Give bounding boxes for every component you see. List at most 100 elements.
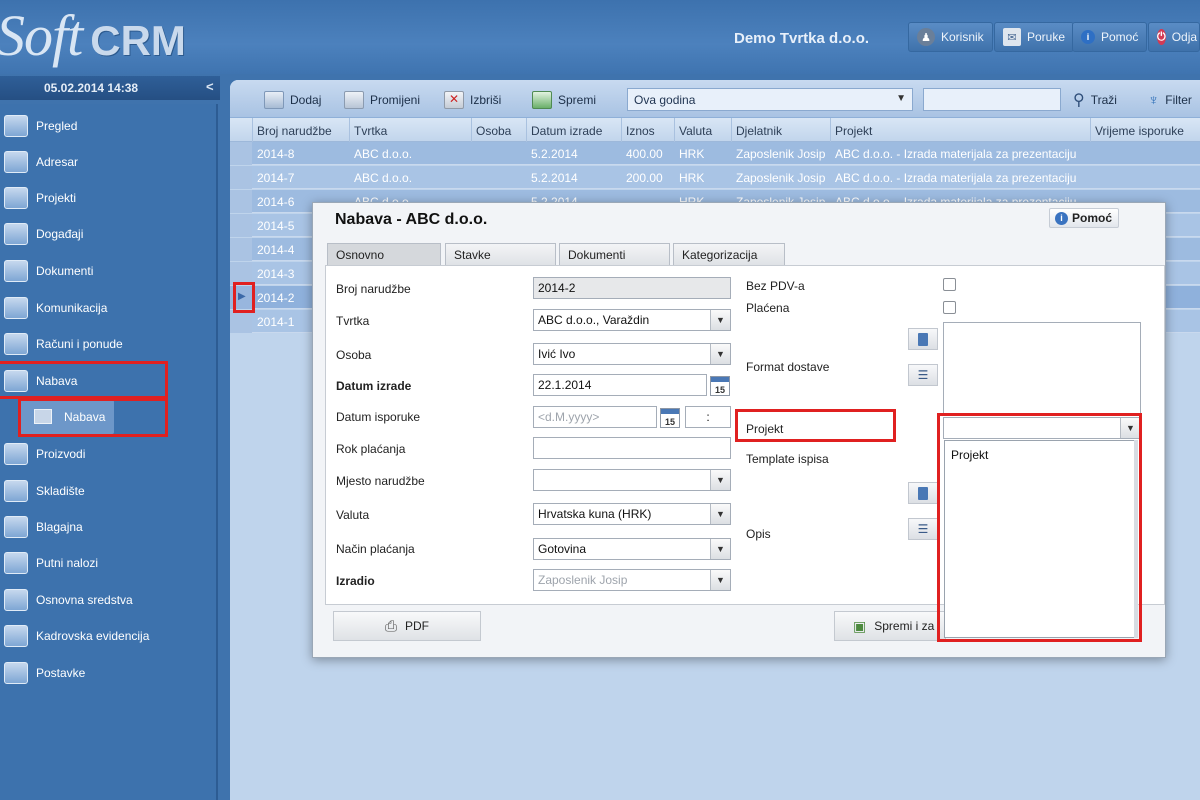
logout-button[interactable]: ⏻ Odja <box>1148 22 1200 52</box>
sidebar-item-kadrovska[interactable]: Kadrovska evidencija <box>0 618 218 654</box>
col-projekt[interactable]: Projekt <box>835 124 872 138</box>
row-header <box>230 310 252 333</box>
delete-icon: ✕ <box>444 91 464 109</box>
sidebar-item-komunikacija[interactable]: Komunikacija <box>0 290 218 326</box>
created-date-field[interactable]: 22.1.2014 <box>533 374 707 396</box>
sidebar-item-label: Projekti <box>36 191 77 205</box>
order-no-field[interactable]: 2014-2 <box>533 277 731 299</box>
period-select[interactable]: Ova godina ▼ <box>627 88 913 111</box>
toolbar: Dodaj Promijeni ✕ Izbriši Spremi Ova god… <box>230 80 1200 118</box>
tab-dokumenti[interactable]: Dokumenti <box>559 243 670 265</box>
row-header <box>230 166 252 189</box>
pdf-button[interactable]: ⎙ PDF <box>333 611 481 641</box>
calendar-icon[interactable]: 15 <box>660 408 680 428</box>
document-icon <box>918 486 928 500</box>
sidebar-item-label: Dokumenti <box>36 264 94 278</box>
cell-datum: 5.2.2014 <box>531 171 578 185</box>
payment-method-select[interactable]: Gotovina ▼ <box>533 538 731 560</box>
sidebar-item-postavke[interactable]: Postavke <box>0 655 218 691</box>
tab-kategorizacija[interactable]: Kategorizacija <box>673 243 785 265</box>
delivery-time-field[interactable]: : <box>685 406 731 428</box>
paid-checkbox[interactable] <box>943 301 956 314</box>
description-doc-button[interactable] <box>908 482 938 504</box>
delete-button[interactable]: ✕ Izbriši <box>444 88 501 112</box>
order-no-label: Broj narudžbe <box>336 282 411 296</box>
sidebar-item-proizvodi[interactable]: Proizvodi <box>0 436 218 472</box>
calendar-icon[interactable]: 15 <box>710 376 730 396</box>
collapse-sidebar-button[interactable]: < <box>206 79 214 94</box>
payment-term-field[interactable] <box>533 437 731 459</box>
col-sep <box>621 118 622 142</box>
add-button[interactable]: Dodaj <box>264 88 321 112</box>
order-place-select[interactable]: ▼ <box>533 469 731 491</box>
delivery-date-field[interactable]: <d.M.yyyy> <box>533 406 657 428</box>
tab-stavke[interactable]: Stavke <box>445 243 556 265</box>
save-icon: ▣ <box>853 617 867 634</box>
search-icon: ⚲ <box>1073 92 1085 109</box>
sidebar-item-pregled[interactable]: Pregled <box>0 108 218 144</box>
person-select[interactable]: Ivić Ivo ▼ <box>533 343 731 365</box>
delivery-format-textarea[interactable] <box>943 322 1141 414</box>
person-label: Osoba <box>336 348 372 362</box>
col-datum[interactable]: Datum izrade <box>531 124 602 138</box>
save-close-button[interactable]: ▣ Spremi i za <box>834 611 946 641</box>
col-iznos[interactable]: Iznos <box>626 124 655 138</box>
delivery-label: Datum isporuke <box>336 410 421 424</box>
payment-method-label: Način plaćanja <box>336 542 415 556</box>
row-header <box>230 142 252 165</box>
col-broj[interactable]: Broj narudžbe <box>257 124 332 138</box>
filter-icon: ♆ <box>1148 91 1160 109</box>
delivery-format-doc-button[interactable] <box>908 328 938 350</box>
paid-label: Plaćena <box>746 301 790 315</box>
user-button[interactable]: ♟ Korisnik <box>908 22 993 52</box>
col-tvrtka[interactable]: Tvrtka <box>354 124 387 138</box>
search-input[interactable] <box>923 88 1061 111</box>
sidebar-item-label: Osnovna sredstva <box>36 593 133 607</box>
add-button-label: Dodaj <box>290 93 322 107</box>
cell-projekt: ABC d.o.o. - Izrada materijala za prezen… <box>835 171 1077 185</box>
chevron-down-icon: ▼ <box>710 570 730 590</box>
sidebar-item-label: Adresar <box>36 155 79 169</box>
col-osoba[interactable]: Osoba <box>476 124 511 138</box>
list-icon: ☰ <box>917 522 929 536</box>
table-row[interactable]: 2014-8 ABC d.o.o. 5.2.2014 400.00 HRK Za… <box>230 142 1200 165</box>
created-label: Datum izrade <box>336 379 412 393</box>
edit-button-label: Promijeni <box>370 93 421 107</box>
products-icon <box>4 443 28 465</box>
col-djelatnik[interactable]: Djelatnik <box>736 124 782 138</box>
sidebar-item-osnovna-sredstva[interactable]: Osnovna sredstva <box>0 582 218 618</box>
dialog-help-button[interactable]: i Pomoć <box>1049 208 1119 228</box>
sidebar-item-putni-nalozi[interactable]: Putni nalozi <box>0 545 218 581</box>
no-vat-checkbox[interactable] <box>943 278 956 291</box>
company-name: Demo Tvrtka d.o.o. <box>734 30 870 47</box>
sidebar-item-projekti[interactable]: Projekti <box>0 180 218 216</box>
col-valuta[interactable]: Valuta <box>679 124 712 138</box>
sidebar-item-dogadaji[interactable]: Događaji <box>0 216 218 252</box>
calendar-icon <box>4 223 28 245</box>
cell-valuta: HRK <box>679 147 705 161</box>
save-button[interactable]: Spremi <box>532 88 596 112</box>
col-vrijeme[interactable]: Vrijeme isporuke <box>1095 124 1184 138</box>
filter-button[interactable]: ♆ Filter <box>1148 88 1192 112</box>
tab-osnovno[interactable]: Osnovno <box>327 243 441 265</box>
made-by-select[interactable]: Zaposlenik Josip ▼ <box>533 569 731 591</box>
help-button[interactable]: i Pomoć <box>1072 22 1148 52</box>
sidebar-item-label: Skladište <box>36 484 85 498</box>
table-row[interactable]: 2014-7 ABC d.o.o. 5.2.2014 200.00 HRK Za… <box>230 166 1200 189</box>
sidebar-item-dokumenti[interactable]: Dokumenti <box>0 253 218 289</box>
currency-value: Hrvatska kuna (HRK) <box>538 507 652 521</box>
period-select-value: Ova godina <box>634 93 696 107</box>
edit-button[interactable]: Promijeni <box>344 88 420 112</box>
sidebar-item-racuni[interactable]: Računi i ponude <box>0 326 218 362</box>
company-select[interactable]: ABC d.o.o., Varaždin ▼ <box>533 309 731 331</box>
currency-select[interactable]: Hrvatska kuna (HRK) ▼ <box>533 503 731 525</box>
sidebar-item-blagajna[interactable]: Blagajna <box>0 509 218 545</box>
sidebar-item-adresar[interactable]: Adresar <box>0 144 218 180</box>
messages-button[interactable]: ✉ Poruke <box>994 22 1075 52</box>
description-list-button[interactable]: ☰ <box>908 518 938 540</box>
delivery-format-list-button[interactable]: ☰ <box>908 364 938 386</box>
search-button[interactable]: ⚲ Traži <box>1073 88 1117 112</box>
sidebar-item-skladiste[interactable]: Skladište <box>0 473 218 509</box>
save-close-label: Spremi i za <box>874 619 935 633</box>
highlight-nabava <box>0 361 168 399</box>
